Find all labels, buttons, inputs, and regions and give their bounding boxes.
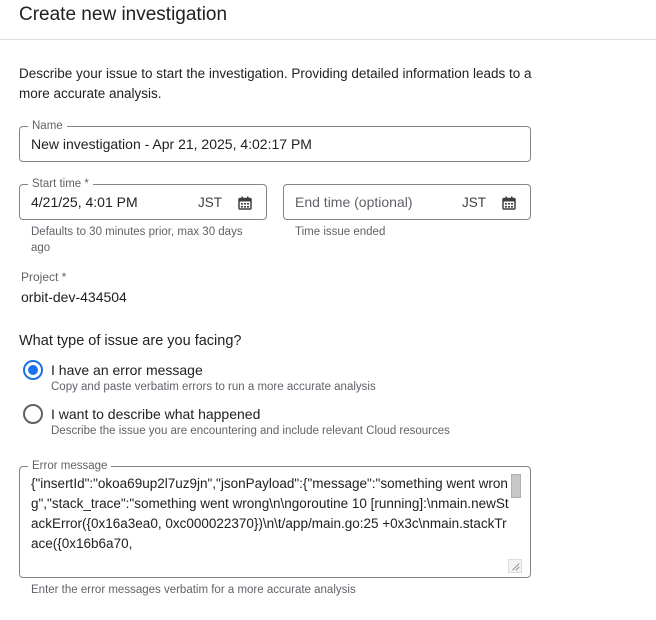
name-field-label: Name xyxy=(28,119,67,133)
error-message-textarea[interactable]: Error message {"insertId":"okoa69up2l7uz… xyxy=(19,459,531,578)
name-field-value[interactable]: New investigation - Apr 21, 2025, 4:02:1… xyxy=(31,136,312,152)
radio-describe-issue-label[interactable]: I want to describe what happened xyxy=(51,406,260,422)
project-value: orbit-dev-434504 xyxy=(21,289,127,305)
resize-handle-icon[interactable] xyxy=(508,559,522,573)
dialog-title: Create new investigation xyxy=(19,4,228,25)
error-message-scrollbar[interactable] xyxy=(510,473,522,569)
start-time-value[interactable]: 4/21/25, 4:01 PM xyxy=(31,194,138,210)
end-time-hint: Time issue ended xyxy=(295,226,386,238)
dialog-header: Create new investigation xyxy=(0,0,656,40)
radio-selected-dot xyxy=(28,365,38,375)
error-message-label: Error message xyxy=(28,459,112,473)
start-time-hint: Defaults to 30 minutes prior, max 30 day… xyxy=(31,226,243,254)
radio-describe-issue-description: Describe the issue you are encountering … xyxy=(51,425,450,437)
start-time-field[interactable]: Start time * 4/21/25, 4:01 PM JST xyxy=(19,177,267,220)
error-message-text[interactable]: {"insertId":"okoa69up2l7uz9jn","jsonPayl… xyxy=(31,474,511,570)
radio-error-message[interactable] xyxy=(23,360,43,380)
radio-error-message-description: Copy and paste verbatim errors to run a … xyxy=(51,381,376,393)
error-message-hint: Enter the error messages verbatim for a … xyxy=(31,584,356,596)
name-field[interactable]: Name New investigation - Apr 21, 2025, 4… xyxy=(19,119,531,162)
start-time-timezone: JST xyxy=(198,195,223,210)
calendar-icon[interactable] xyxy=(502,196,516,210)
end-time-timezone: JST xyxy=(462,195,487,210)
issue-type-question: What type of issue are you facing? xyxy=(19,333,242,349)
radio-describe-issue[interactable] xyxy=(23,404,43,424)
project-label: Project * xyxy=(21,270,67,284)
end-time-placeholder[interactable]: End time (optional) xyxy=(295,194,413,210)
start-time-label: Start time * xyxy=(28,177,93,191)
scrollbar-thumb[interactable] xyxy=(511,474,521,498)
end-time-field[interactable]: End time (optional) JST xyxy=(283,184,531,220)
radio-error-message-label[interactable]: I have an error message xyxy=(51,362,203,378)
dialog-description: Describe your issue to start the investi… xyxy=(19,66,532,101)
calendar-icon[interactable] xyxy=(238,196,252,210)
